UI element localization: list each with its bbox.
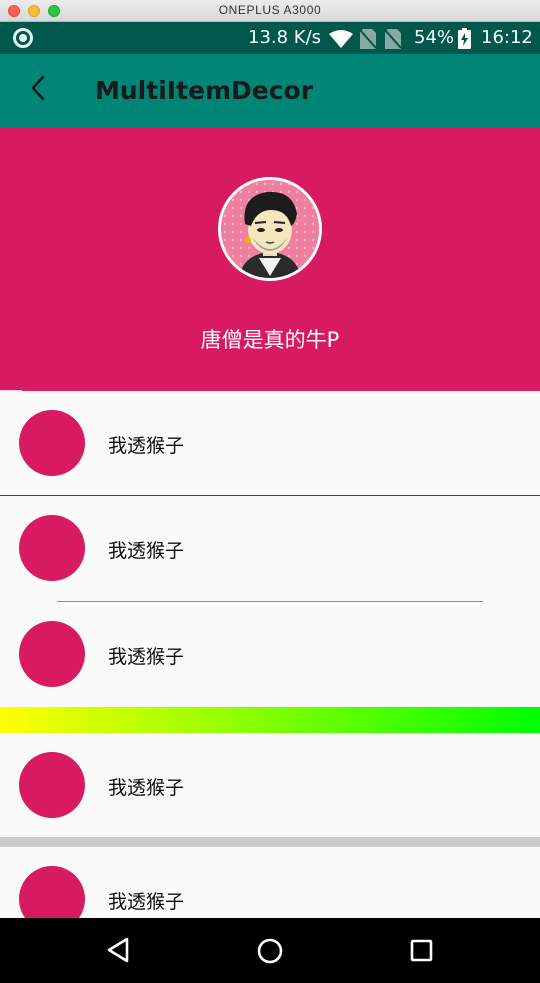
window-title: ONEPLUS A3000 [218, 3, 322, 17]
item-label: 我透猴子 [108, 435, 185, 457]
item-avatar [19, 752, 85, 818]
item-avatar [19, 515, 85, 581]
app-bar: MultiItemDecor [0, 54, 540, 127]
divider-gradient [0, 707, 540, 733]
item-label: 我透猴子 [108, 646, 185, 668]
page-title: MultiItemDecor [95, 76, 314, 105]
wifi-icon [329, 30, 353, 52]
back-button[interactable] [18, 70, 58, 110]
chevron-left-icon [30, 75, 46, 105]
item-label: 我透猴子 [108, 777, 185, 799]
list-item[interactable]: 我透猴子 [0, 391, 540, 496]
clock: 16:12 [481, 27, 533, 48]
list-item[interactable]: 我透猴子 [0, 847, 540, 918]
battery-percent: 54% [414, 27, 455, 48]
avatar[interactable] [218, 177, 322, 281]
item-avatar [19, 621, 85, 687]
recents-square-icon[interactable] [410, 939, 434, 967]
home-circle-icon[interactable] [257, 938, 283, 968]
net-speed: 13.8 K/s [248, 27, 322, 48]
profile-header: 唐僧是真的牛P [0, 127, 540, 391]
status-bar: 13.8 K/s 54% 16:12 [0, 22, 540, 54]
sim-off-icon [359, 29, 377, 53]
battery-charging-icon [458, 28, 471, 53]
list-item[interactable]: 我透猴子 [0, 496, 540, 601]
item-label: 我透猴子 [108, 891, 185, 913]
item-avatar [19, 866, 85, 918]
cartoon-avatar-icon [221, 180, 319, 278]
window-title-bar: ONEPLUS A3000 [0, 0, 540, 22]
back-triangle-icon[interactable] [106, 937, 130, 967]
profile-name: 唐僧是真的牛P [200, 328, 340, 352]
divider-gray [0, 837, 540, 847]
list-item[interactable]: 我透猴子 [0, 602, 540, 707]
list-item[interactable]: 我透猴子 [0, 733, 540, 837]
record-icon [13, 28, 33, 48]
item-label: 我透猴子 [108, 540, 185, 562]
sim-off-icon [384, 29, 402, 53]
navigation-bar [0, 918, 540, 983]
item-avatar [19, 410, 85, 476]
